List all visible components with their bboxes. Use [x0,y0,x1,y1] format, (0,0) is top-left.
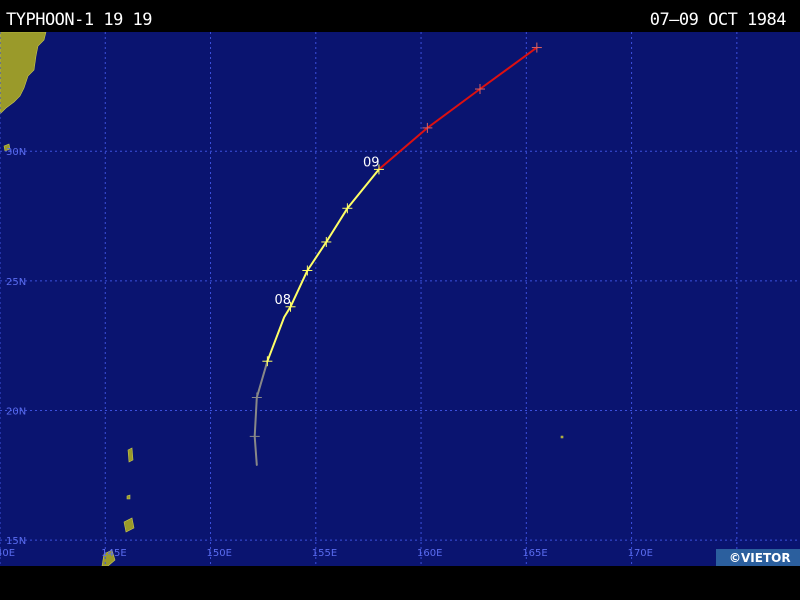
lon-label: 145E [101,548,126,559]
lat-label: 25N [6,277,26,288]
lat-label: 20N [6,406,26,417]
lon-label: 165E [522,548,547,559]
storm-title: TYPHOON-1 19 19 [6,10,152,30]
lon-label: 160E [417,548,442,559]
lat-label: 15N [6,536,26,547]
footer-bar [0,566,800,600]
header-bar: TYPHOON-1 19 19 07–09 OCT 1984 [0,0,800,32]
credit-text: ©VIETOR [729,551,791,565]
day-label: 09 [363,155,380,170]
credit-badge: ©VIETOR [716,549,800,566]
lon-label: 40E [0,548,15,559]
land-islet-e [561,436,563,438]
land-islet-b [127,495,130,499]
lon-label: 170E [628,548,653,559]
lat-label: 30N [6,147,26,158]
land-islet-a [128,448,133,462]
date-range: 07–09 OCT 1984 [650,10,786,30]
track-map: 40E145E150E155E160E165E170E175E35N30N25N… [0,32,800,566]
lon-label: 150E [207,548,232,559]
day-label: 08 [275,293,292,308]
ocean-background [0,32,800,566]
lon-label: 155E [312,548,337,559]
